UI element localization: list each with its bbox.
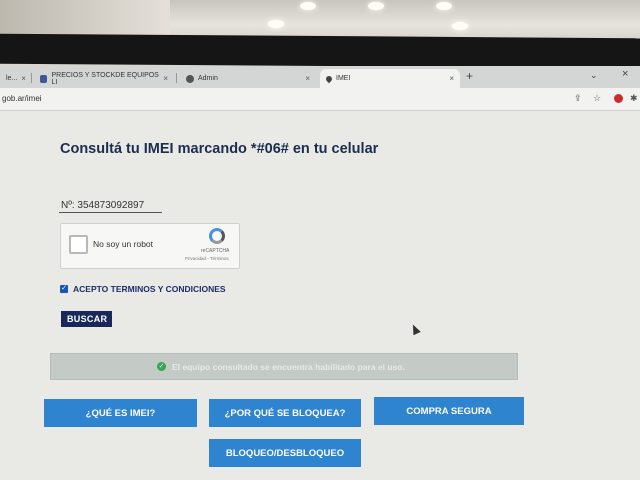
tab-imei[interactable]: IMEI ×: [320, 69, 460, 88]
monitor-bezel: [0, 33, 640, 69]
sheet-icon: [40, 74, 48, 83]
tab-label: IMEI: [336, 75, 351, 82]
new-tab-icon[interactable]: +: [466, 69, 473, 83]
tab-label: le...: [6, 75, 18, 82]
tab-precios[interactable]: PRECIOS Y STOCKDE EQUIPOS LI ×: [34, 69, 174, 88]
tab-label: Admin: [198, 75, 218, 82]
check-circle-icon: ✓: [157, 362, 166, 371]
share-icon[interactable]: ⇪: [574, 93, 582, 104]
site-icon: [324, 74, 334, 83]
result-message: El equipo consultado se encuentra habili…: [172, 362, 405, 372]
globe-icon: [186, 74, 194, 83]
page-title: Consultá tu IMEI marcando *#06# en tu ce…: [60, 141, 379, 157]
terms-row[interactable]: ✓ ACEPTO TERMINOS Y CONDICIONES: [60, 284, 226, 294]
tab-label: PRECIOS Y STOCKDE EQUIPOS LI: [51, 71, 159, 86]
safe-purchase-button[interactable]: COMPRA SEGURA: [374, 397, 524, 425]
page-content: Consultá tu IMEI marcando *#06# en tu ce…: [0, 111, 640, 480]
address-bar[interactable]: gob.ar/imei ⇪ ☆ ✱: [0, 88, 640, 111]
ceiling-light: [436, 2, 452, 10]
tab-divider: [176, 73, 177, 83]
recaptcha-logo-icon: [209, 228, 225, 244]
star-icon[interactable]: ☆: [593, 93, 601, 104]
recaptcha-widget[interactable]: No soy un robot reCAPTCHA Privacidad - T…: [60, 223, 240, 269]
ceiling-light: [368, 2, 384, 10]
recaptcha-brand: reCAPTCHA: [201, 248, 230, 254]
mouse-cursor-icon: [409, 322, 421, 336]
tab-admin[interactable]: Admin ×: [180, 69, 316, 88]
result-banner: ✓ El equipo consultado se encuentra habi…: [50, 353, 518, 380]
why-blocked-button[interactable]: ¿POR QUÉ SE BLOQUEA?: [209, 399, 361, 427]
terms-checkbox[interactable]: ✓: [60, 285, 68, 293]
block-unblock-button[interactable]: BLOQUEO/DESBLOQUEO: [209, 439, 361, 467]
close-window-icon[interactable]: ×: [622, 68, 628, 80]
close-tab-icon[interactable]: ×: [21, 74, 26, 83]
tab-1[interactable]: le... ×: [0, 69, 30, 88]
recaptcha-checkbox[interactable]: [69, 235, 88, 254]
recaptcha-label: No soy un robot: [93, 239, 154, 249]
recaptcha-links[interactable]: Privacidad - Términos: [185, 256, 229, 261]
ceiling-light: [268, 20, 284, 28]
close-tab-icon[interactable]: ×: [449, 74, 454, 83]
close-tab-icon[interactable]: ×: [305, 74, 310, 83]
tab-divider: [31, 73, 32, 83]
what-is-imei-button[interactable]: ¿QUÉ ES IMEI?: [44, 399, 197, 427]
tab-strip: le... × PRECIOS Y STOCKDE EQUIPOS LI × A…: [0, 66, 640, 88]
ceiling-light: [300, 2, 316, 10]
ceiling-light: [452, 22, 468, 30]
terms-label[interactable]: ACEPTO TERMINOS Y CONDICIONES: [73, 284, 226, 294]
extension-icon[interactable]: [614, 94, 623, 103]
close-tab-icon[interactable]: ×: [163, 74, 168, 83]
url-text[interactable]: gob.ar/imei: [2, 94, 42, 103]
search-button[interactable]: BUSCAR: [61, 311, 112, 327]
imei-input[interactable]: [59, 198, 162, 213]
browser-window: le... × PRECIOS Y STOCKDE EQUIPOS LI × A…: [0, 66, 640, 480]
puzzle-icon[interactable]: ✱: [630, 93, 638, 104]
chevron-down-icon[interactable]: ⌄: [590, 70, 598, 81]
